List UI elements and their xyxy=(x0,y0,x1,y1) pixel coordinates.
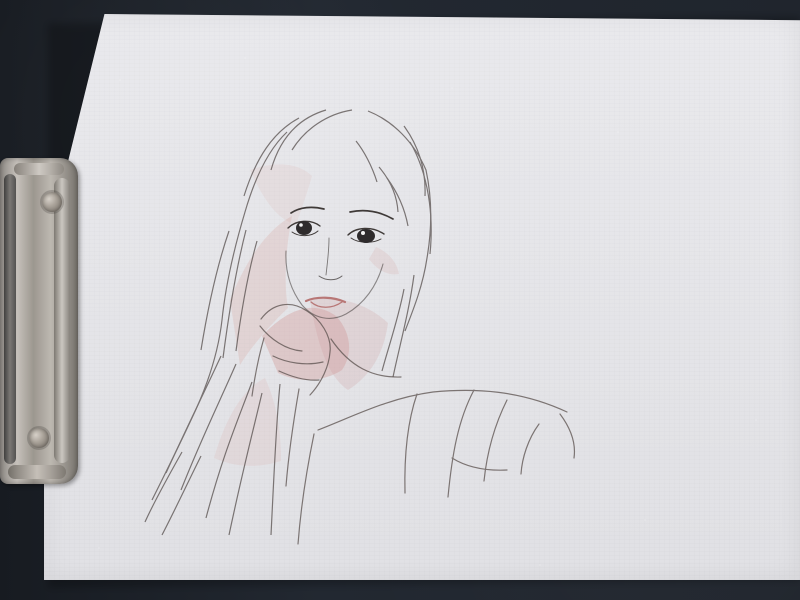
paper-texture-dots xyxy=(98,57,757,566)
photo-scene xyxy=(0,0,800,600)
left-eye-iris xyxy=(296,221,312,235)
right-eye-iris xyxy=(357,229,375,243)
portrait-sketch xyxy=(98,57,757,566)
